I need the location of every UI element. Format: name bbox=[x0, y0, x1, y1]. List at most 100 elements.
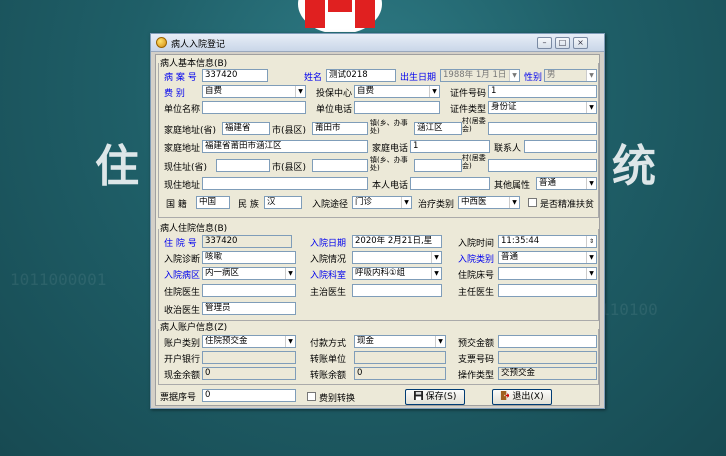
op-type-input[interactable]: 交预交金 bbox=[498, 367, 597, 380]
insure-select[interactable]: 自费 ▼ bbox=[354, 85, 440, 98]
receipt-input[interactable]: 0 bbox=[202, 389, 296, 402]
maximize-button[interactable]: □ bbox=[555, 37, 570, 49]
background-text-left: 住 bbox=[95, 141, 141, 192]
exit-button[interactable]: 退出(X) bbox=[492, 389, 552, 405]
home-village-input[interactable] bbox=[488, 122, 597, 135]
form-content: 病人基本信息(B) 病 案 号 337420 姓名 测试0218 出生日期 19… bbox=[155, 54, 600, 406]
pay-select[interactable]: 现金 ▼ bbox=[354, 335, 446, 348]
work-input[interactable] bbox=[202, 101, 306, 114]
admit-date-picker[interactable]: 2020年 2月21日,星 bbox=[352, 235, 442, 248]
fee-select[interactable]: 自费 ▼ bbox=[202, 85, 306, 98]
home-addr-input[interactable]: 福建省莆田市涵江区 bbox=[202, 140, 368, 153]
pay-label: 付款方式 bbox=[310, 339, 347, 349]
cur-city-input[interactable] bbox=[312, 159, 368, 172]
bed-select[interactable]: ▼ bbox=[498, 267, 597, 280]
ethnic-label: 民 族 bbox=[238, 200, 259, 210]
transfer-bal-input[interactable]: 0 bbox=[354, 367, 446, 380]
admit-way-label: 入院途径 bbox=[312, 200, 349, 210]
acct-type-select[interactable]: 住院预交金 ▼ bbox=[202, 335, 296, 348]
contact-input[interactable] bbox=[524, 140, 597, 153]
chevron-down-icon: ▼ bbox=[431, 268, 441, 279]
admit-date-value: 2020年 2月21日,星 bbox=[355, 236, 433, 246]
exit-door-icon bbox=[501, 391, 510, 400]
other-label: 其他属性 bbox=[494, 181, 531, 191]
cur-prov-input[interactable] bbox=[216, 159, 270, 172]
account-info-title: 病人账户信息(Z) bbox=[160, 323, 228, 333]
save-button[interactable]: 保存(S) bbox=[405, 389, 465, 405]
acct-type-value: 住院预交金 bbox=[205, 336, 248, 346]
admit-time-label: 入院时间 bbox=[458, 239, 495, 249]
pay-value: 现金 bbox=[357, 336, 375, 346]
dept-label: 入院科室 bbox=[310, 271, 347, 281]
cond-select[interactable]: ▼ bbox=[352, 251, 442, 264]
admit-date-label: 入院日期 bbox=[310, 239, 347, 249]
birth-date-picker[interactable]: 1988年 1月 1日 ▼ bbox=[440, 69, 520, 82]
self-phone-input[interactable] bbox=[410, 177, 490, 190]
self-phone-label: 本人电话 bbox=[372, 181, 409, 191]
sex-label: 性别 bbox=[524, 73, 543, 83]
background-text-right: 统 bbox=[612, 141, 658, 192]
id-no-input[interactable]: 1 bbox=[488, 85, 597, 98]
treat-select[interactable]: 中西医 ▼ bbox=[458, 196, 520, 209]
attend-input[interactable] bbox=[352, 284, 442, 297]
cash-bal-input[interactable]: 0 bbox=[202, 367, 296, 380]
fee-label: 费 别 bbox=[164, 89, 185, 99]
admit-time-spinner[interactable]: 11:35:44 ⇕ bbox=[498, 235, 597, 248]
close-button[interactable]: × bbox=[573, 37, 588, 49]
work-phone-input[interactable] bbox=[354, 101, 440, 114]
transfer-unit-label: 转账单位 bbox=[310, 355, 347, 365]
home-city-input[interactable]: 莆田市 bbox=[312, 122, 368, 135]
dept-select[interactable]: 呼吸内科①组 ▼ bbox=[352, 267, 442, 280]
prepay-input[interactable] bbox=[498, 335, 597, 348]
admit-way-select[interactable]: 门诊 ▼ bbox=[352, 196, 412, 209]
background-decoration: 1011000001 bbox=[10, 270, 107, 289]
home-town-label: 镇(乡、办事处) bbox=[370, 119, 408, 135]
name-input[interactable]: 测试0218 bbox=[326, 69, 396, 82]
case-no-label: 病 案 号 bbox=[164, 73, 197, 83]
home-town-input[interactable]: 涵江区 bbox=[414, 122, 462, 135]
admit-doc-label: 收治医生 bbox=[164, 306, 201, 316]
other-select[interactable]: 普通 ▼ bbox=[536, 177, 597, 190]
bed-label: 住院床号 bbox=[458, 271, 495, 281]
doctor-input[interactable] bbox=[202, 284, 296, 297]
cur-town-label: 镇(乡、办事处) bbox=[370, 156, 408, 172]
id-type-select[interactable]: 身份证 ▼ bbox=[488, 101, 597, 114]
sex-select[interactable]: 男 ▼ bbox=[544, 69, 597, 82]
chief-input[interactable] bbox=[498, 284, 597, 297]
dept-value: 呼吸内科①组 bbox=[355, 268, 406, 278]
cur-village-input[interactable] bbox=[488, 159, 597, 172]
hosp-no-label: 住 院 号 bbox=[164, 239, 197, 249]
cur-prov-label: 现住址(省) bbox=[164, 163, 208, 173]
poverty-label: 是否精准扶贫 bbox=[540, 200, 595, 210]
acct-type-label: 账户类别 bbox=[164, 339, 201, 349]
home-phone-input[interactable]: 1 bbox=[410, 140, 490, 153]
fee-convert-checkbox[interactable] bbox=[307, 392, 316, 401]
hosp-no-input[interactable]: 337420 bbox=[202, 235, 292, 248]
nation-label: 国 籍 bbox=[166, 200, 187, 210]
home-village-label: 村(居委会) bbox=[462, 117, 486, 133]
poverty-checkbox[interactable] bbox=[528, 198, 537, 207]
ward-select[interactable]: 内一病区 ▼ bbox=[202, 267, 296, 280]
diag-input[interactable]: 咳嗽 bbox=[202, 251, 296, 264]
floppy-icon bbox=[413, 391, 423, 400]
bank-label: 开户银行 bbox=[164, 355, 201, 365]
ethnic-input[interactable]: 汉 bbox=[264, 196, 302, 209]
case-no-input[interactable]: 337420 bbox=[202, 69, 268, 82]
cat-select[interactable]: 普通 ▼ bbox=[498, 251, 597, 264]
cur-addr-label: 现住地址 bbox=[164, 181, 201, 191]
minimize-button[interactable]: – bbox=[537, 37, 552, 49]
window-title: 病人入院登记 bbox=[171, 40, 226, 50]
transfer-unit-input[interactable] bbox=[354, 351, 446, 364]
window-titlebar: 病人入院登记 – □ × bbox=[151, 34, 604, 52]
check-input[interactable] bbox=[498, 351, 597, 364]
nation-input[interactable]: 中国 bbox=[196, 196, 230, 209]
chevron-down-icon: ▼ bbox=[295, 86, 305, 97]
cur-addr-input[interactable] bbox=[202, 177, 368, 190]
other-value: 普通 bbox=[539, 178, 557, 188]
cur-town-input[interactable] bbox=[414, 159, 462, 172]
bank-input[interactable] bbox=[202, 351, 296, 364]
id-type-label: 证件类型 bbox=[450, 105, 487, 115]
home-prov-input[interactable]: 福建省 bbox=[222, 122, 270, 135]
admit-doc-input[interactable]: 管理员 bbox=[202, 302, 296, 315]
chevron-down-icon: ▼ bbox=[435, 336, 445, 347]
